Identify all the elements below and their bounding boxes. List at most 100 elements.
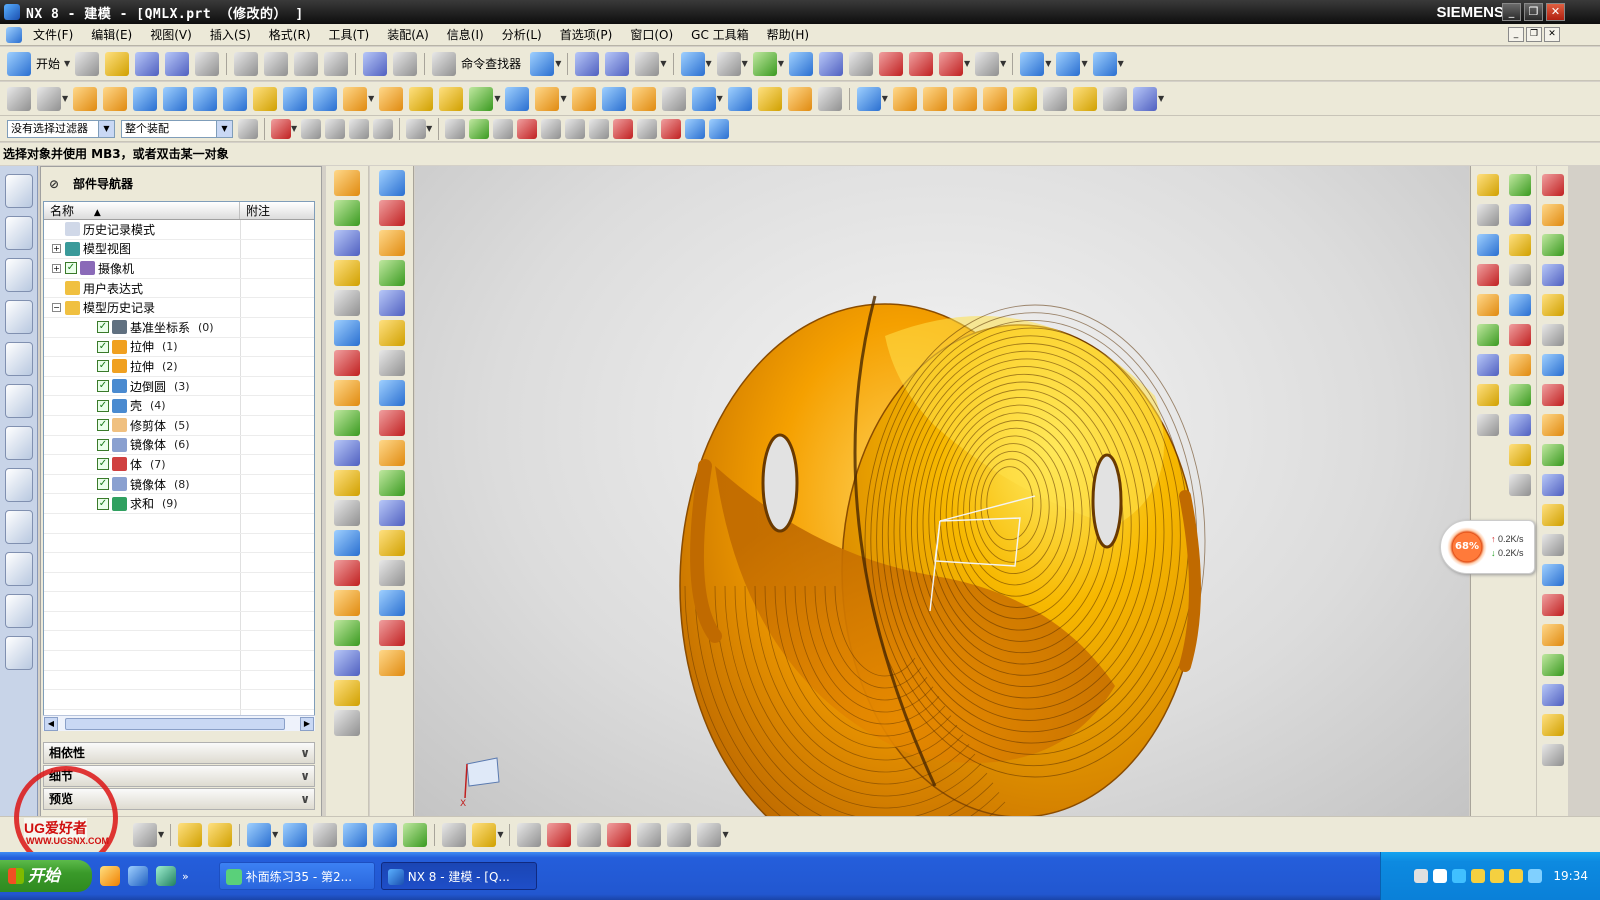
process-studio-tab[interactable]: [5, 510, 33, 544]
freeform-tool-icon[interactable]: [1541, 444, 1564, 466]
arc-center-snap-icon[interactable]: [589, 118, 610, 139]
tree-row[interactable]: ✓ 镜像体 (6): [44, 435, 314, 456]
assembly-constraints-icon[interactable]: [283, 822, 308, 847]
general-filter-icon[interactable]: [301, 118, 322, 139]
open-folder-icon[interactable]: [105, 51, 130, 76]
web-browser-tab[interactable]: [5, 384, 33, 418]
checkbox[interactable]: ✓: [97, 380, 109, 393]
bounded-grid-snap-icon[interactable]: [709, 118, 730, 139]
polygon-icon[interactable]: [607, 822, 632, 847]
close-button[interactable]: ✕: [1546, 3, 1565, 21]
rotate-view-icon[interactable]: [680, 51, 705, 76]
doc-close-button[interactable]: ✕: [1544, 27, 1560, 42]
analysis-tool-icon[interactable]: [1509, 234, 1531, 256]
group-face-icon[interactable]: [1132, 86, 1157, 111]
curve-tool-icon[interactable]: [1476, 414, 1499, 436]
app-menu-icon[interactable]: [6, 26, 22, 43]
feature-edit-icon[interactable]: [378, 320, 405, 346]
freeform-tool-icon[interactable]: [1541, 624, 1564, 646]
tree-row[interactable]: ✓ 求和 (9): [44, 494, 314, 514]
measure-distance-icon[interactable]: [442, 822, 467, 847]
checkbox[interactable]: ✓: [97, 458, 109, 471]
wireframe-icon[interactable]: [818, 51, 843, 76]
undo-icon[interactable]: [363, 51, 388, 76]
snap-tool-icon[interactable]: [178, 822, 203, 847]
delete-icon[interactable]: [324, 51, 349, 76]
surface-tool-icon[interactable]: [334, 530, 360, 556]
new-file-icon[interactable]: [75, 51, 100, 76]
quicklaunch-app-icon[interactable]: [100, 866, 120, 886]
tree-row[interactable]: + ✓ 摄像机: [44, 259, 314, 279]
menu-gc-toolkit[interactable]: GC 工具箱: [682, 26, 758, 43]
checkbox[interactable]: ✓: [65, 262, 77, 275]
checkbox[interactable]: ✓: [97, 360, 109, 373]
shell-icon[interactable]: [571, 86, 596, 111]
quicklaunch-ie-icon[interactable]: [128, 866, 148, 886]
sphere-icon[interactable]: [223, 86, 248, 111]
menu-window[interactable]: 窗口(O): [621, 26, 682, 43]
cone-icon[interactable]: [193, 86, 218, 111]
line-icon[interactable]: [517, 822, 542, 847]
work-layer-icon[interactable]: [1056, 51, 1081, 76]
revolve-icon[interactable]: [103, 86, 128, 111]
tree-row[interactable]: 历史记录模式: [44, 220, 314, 240]
color-palette-icon[interactable]: [752, 51, 777, 76]
curve-tool-icon[interactable]: [1476, 264, 1499, 286]
save-icon[interactable]: [135, 51, 160, 76]
system-scenes-tab[interactable]: [5, 636, 33, 670]
surface-tool-icon[interactable]: [334, 290, 360, 316]
hd3d-tools-tab[interactable]: [5, 342, 33, 376]
curve-tool-icon[interactable]: [1476, 174, 1499, 196]
fit-view-icon[interactable]: [530, 51, 555, 76]
feature-edit-icon[interactable]: [378, 410, 405, 436]
quadrant-snap-icon[interactable]: [613, 118, 634, 139]
analysis-tool-icon[interactable]: [1509, 174, 1531, 196]
add-component-icon[interactable]: [343, 822, 368, 847]
pull-face-icon[interactable]: [982, 86, 1007, 111]
freeform-tool-icon[interactable]: [1541, 594, 1564, 616]
freeform-tool-icon[interactable]: [1541, 534, 1564, 556]
surface-tool-icon[interactable]: [334, 680, 360, 706]
mirror-body-icon[interactable]: [727, 86, 752, 111]
graphics-window[interactable]: X: [415, 166, 1469, 816]
continuous-autodim-icon[interactable]: [208, 822, 233, 847]
pan-icon[interactable]: [605, 51, 630, 76]
quicklaunch-browser-icon[interactable]: [156, 866, 176, 886]
part-navigator-tab[interactable]: [5, 258, 33, 292]
sketch-icon[interactable]: [7, 86, 31, 111]
checkbox[interactable]: ✓: [97, 419, 109, 432]
unite-icon[interactable]: [343, 86, 368, 111]
split-body-icon[interactable]: [409, 86, 434, 111]
feature-filter-icon[interactable]: [373, 118, 394, 139]
extrude-icon[interactable]: [73, 86, 98, 111]
tree-row[interactable]: ✓ 壳 (4): [44, 396, 314, 416]
offset-region-icon[interactable]: [1012, 86, 1037, 111]
surface-tool-icon[interactable]: [334, 560, 360, 586]
tree-row[interactable]: 用户表达式: [44, 278, 314, 299]
snap-point-icon[interactable]: [445, 118, 466, 139]
background-icon[interactable]: [975, 51, 1000, 76]
keyboard-icon[interactable]: [1414, 869, 1429, 883]
surface-tool-icon[interactable]: [334, 320, 360, 346]
hole-icon[interactable]: [253, 86, 278, 111]
analysis-tool-icon[interactable]: [1509, 204, 1531, 226]
column-note-header[interactable]: 附注: [240, 202, 270, 219]
curve-tool-icon[interactable]: [1476, 234, 1499, 256]
menu-view[interactable]: 视图(V): [141, 26, 201, 43]
color-filter-icon[interactable]: [325, 118, 346, 139]
linear-dimension-icon[interactable]: [1102, 86, 1127, 111]
checkbox[interactable]: ✓: [97, 478, 109, 491]
scroll-right-icon[interactable]: ▶: [300, 716, 314, 731]
freeform-tool-icon[interactable]: [1541, 684, 1564, 706]
reuse-library-tab[interactable]: [5, 300, 33, 334]
task-button-nx[interactable]: NX 8 - 建模 - [Q...: [380, 862, 537, 890]
select-component-icon[interactable]: [313, 822, 338, 847]
feature-edit-icon[interactable]: [378, 500, 405, 526]
scale-body-icon[interactable]: [661, 86, 686, 111]
offset-face-icon[interactable]: [601, 86, 626, 111]
surface-tool-icon[interactable]: [334, 170, 360, 196]
sketch-tool-icon[interactable]: [133, 822, 157, 847]
navigator-tree[interactable]: 名称 ▲ 附注 历史记录模式 + 模型视图 + ✓ 摄像机 用户表达式 − 模型历史记录 ✓ 基准坐…: [43, 201, 315, 731]
feature-edit-icon[interactable]: [378, 560, 405, 586]
expand-icon[interactable]: +: [52, 244, 61, 254]
